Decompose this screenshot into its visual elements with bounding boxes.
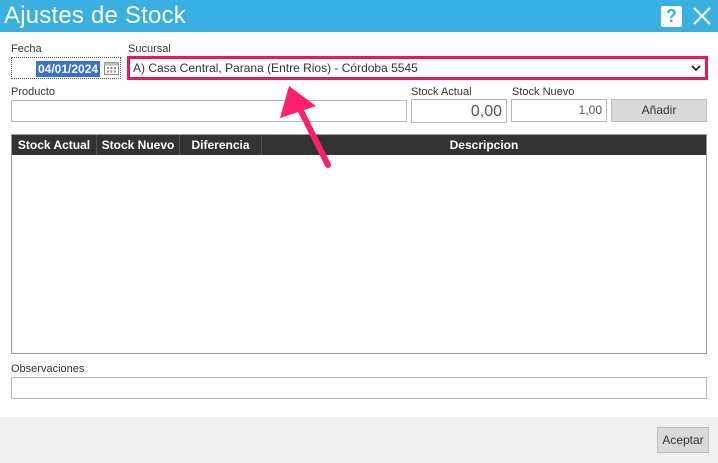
title-bar: Ajustes de Stock ?	[0, 0, 718, 32]
help-icon: ?	[666, 6, 677, 26]
calendar-icon[interactable]	[104, 61, 119, 75]
window-title: Ajustes de Stock	[4, 2, 186, 29]
sucursal-value: A) Casa Central, Parana (Entre Rios) - C…	[133, 61, 418, 75]
fecha-label: Fecha	[11, 43, 42, 55]
column-descripcion[interactable]: Descripcion	[262, 135, 706, 155]
column-stock-nuevo[interactable]: Stock Nuevo	[97, 135, 180, 155]
column-stock-actual[interactable]: Stock Actual	[12, 135, 97, 155]
fecha-field[interactable]: 04/01/2024	[11, 57, 121, 79]
producto-input[interactable]	[11, 100, 407, 122]
accept-button[interactable]: Aceptar	[657, 427, 709, 453]
footer-bar: Aceptar	[0, 417, 718, 463]
producto-label: Producto	[11, 86, 56, 98]
grid-header: Stock Actual Stock Nuevo Diferencia Desc…	[12, 135, 706, 155]
close-icon	[693, 7, 711, 25]
column-diferencia[interactable]: Diferencia	[180, 135, 262, 155]
fecha-value: 04/01/2024	[36, 61, 101, 77]
observaciones-label: Observaciones	[11, 363, 85, 375]
stock-actual-label: Stock Actual	[411, 86, 472, 98]
chevron-down-icon	[691, 65, 701, 72]
stock-nuevo-label: Stock Nuevo	[512, 86, 575, 98]
stock-actual-value: 0,00	[470, 103, 502, 120]
sucursal-select[interactable]: A) Casa Central, Parana (Entre Rios) - C…	[127, 56, 708, 80]
help-button[interactable]: ?	[661, 6, 682, 27]
stock-nuevo-input[interactable]: 1,00	[511, 99, 607, 122]
add-button[interactable]: Añadir	[611, 99, 707, 122]
sucursal-label: Sucursal	[128, 43, 171, 55]
items-grid[interactable]: Stock Actual Stock Nuevo Diferencia Desc…	[11, 134, 707, 354]
close-button[interactable]	[690, 4, 714, 28]
observaciones-input[interactable]	[11, 377, 707, 399]
stock-actual-field: 0,00	[411, 99, 507, 123]
stock-nuevo-value: 1,00	[578, 103, 602, 117]
